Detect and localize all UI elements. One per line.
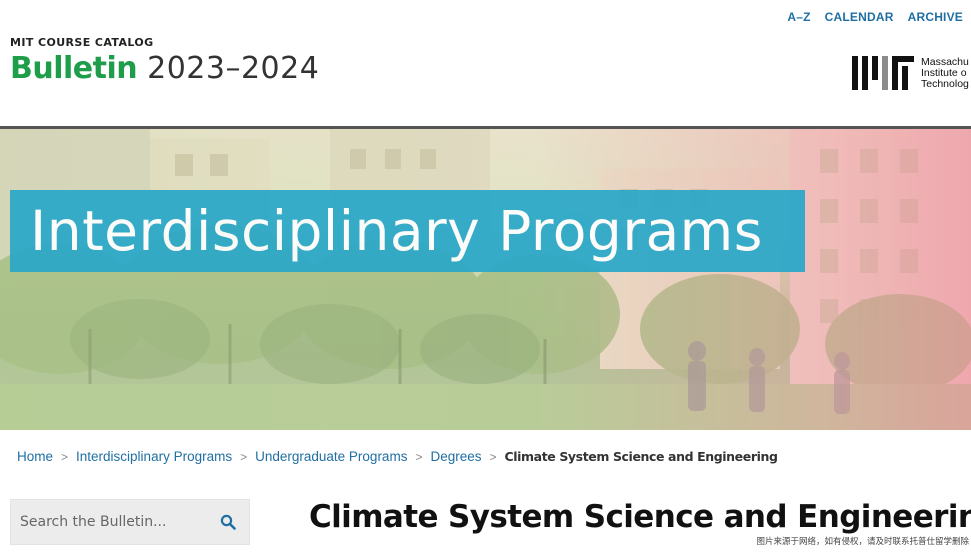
search-icon [220, 514, 236, 530]
breadcrumb-separator: > [61, 449, 69, 464]
logo-line: Massachu [921, 55, 969, 68]
catalog-kicker: MIT COURSE CATALOG [10, 36, 154, 49]
breadcrumb-interdisciplinary-programs[interactable]: Interdisciplinary Programs [76, 449, 232, 464]
utility-nav: A–Z CALENDAR ARCHIVE [787, 10, 963, 24]
breadcrumb-home[interactable]: Home [17, 449, 53, 464]
mit-logo-words: Massachu Institute o Technolog [921, 55, 969, 90]
logo-line: Institute o [921, 66, 967, 79]
breadcrumb-current: Climate System Science and Engineering [504, 449, 778, 464]
logo-line: Technolog [921, 77, 969, 90]
breadcrumb-separator: > [415, 449, 423, 464]
mit-logo[interactable]: Massachu Institute o Technolog [852, 56, 969, 90]
hero-title: Interdisciplinary Programs [30, 199, 763, 263]
breadcrumb-separator: > [240, 449, 248, 464]
image-watermark: 图片来源于网络，如有侵权，请及时联系托普仕留学删除 [754, 534, 971, 548]
breadcrumb-degrees[interactable]: Degrees [430, 449, 481, 464]
bulletin-title: Bulletin 2023–2024 [10, 51, 319, 86]
hero-title-banner: Interdisciplinary Programs [10, 190, 805, 272]
mit-logo-icon [852, 56, 914, 90]
search-button[interactable] [215, 510, 241, 534]
bulletin-years: 2023–2024 [147, 51, 320, 86]
nav-a-z-link[interactable]: A–Z [787, 10, 810, 24]
page-title: Climate System Science and Engineering [309, 499, 971, 535]
search-box [10, 499, 250, 545]
breadcrumb: Home > Interdisciplinary Programs > Unde… [17, 449, 778, 464]
bulletin-home-link[interactable]: MIT COURSE CATALOG Bulletin 2023–2024 [10, 36, 319, 86]
search-input[interactable] [11, 500, 206, 544]
bulletin-wordmark: Bulletin [10, 51, 138, 86]
hero-banner: Interdisciplinary Programs [0, 129, 971, 430]
nav-archive-link[interactable]: ARCHIVE [908, 10, 963, 24]
hero-color-overlay [0, 129, 971, 430]
breadcrumb-undergraduate-programs[interactable]: Undergraduate Programs [255, 449, 407, 464]
nav-calendar-link[interactable]: CALENDAR [825, 10, 894, 24]
breadcrumb-separator: > [489, 449, 497, 464]
